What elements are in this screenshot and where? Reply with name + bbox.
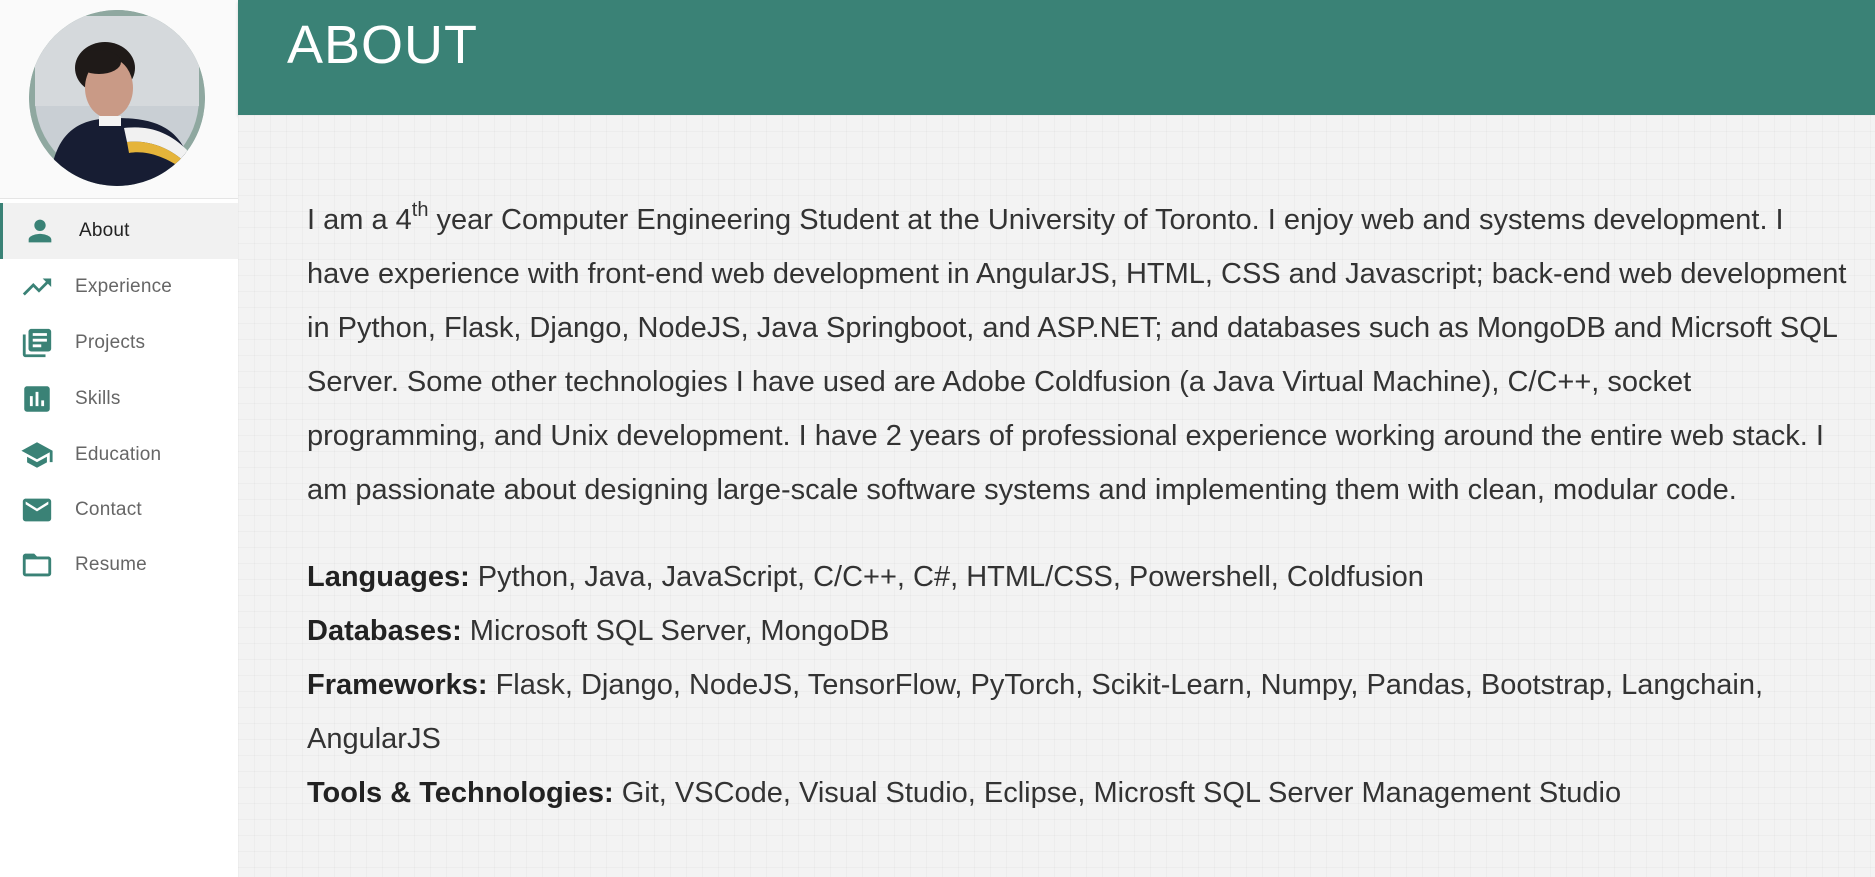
main-content: I am a 4th year Computer Engineering Stu… (238, 115, 1875, 877)
person-icon (23, 214, 57, 248)
avatar (29, 10, 205, 186)
profile-area (0, 0, 238, 199)
sidebar-item-projects[interactable]: Projects (0, 315, 238, 371)
page-header: ABOUT (238, 0, 1875, 115)
skill-value: Microsoft SQL Server, MongoDB (461, 615, 890, 647)
sidebar-item-resume[interactable]: Resume (0, 537, 238, 593)
library-books-icon (20, 326, 54, 360)
mail-icon (20, 493, 54, 527)
sidebar-item-education[interactable]: Education (0, 427, 238, 483)
bar-chart-icon (20, 382, 54, 416)
sidebar-item-experience[interactable]: Experience (0, 259, 238, 315)
school-icon (20, 438, 54, 472)
skill-label: Tools & Technologies: (307, 777, 614, 809)
skill-label: Languages: (307, 561, 470, 593)
intro-text-rest: year Computer Engineering Student at the… (307, 204, 1847, 506)
about-section: I am a 4th year Computer Engineering Stu… (307, 193, 1847, 820)
skill-label: Frameworks: (307, 669, 488, 701)
sidebar: About Experience Projects Skills Educati… (0, 0, 239, 877)
skill-line-languages: Languages: Python, Java, JavaScript, C/C… (307, 550, 1847, 604)
skill-value: Flask, Django, NodeJS, TensorFlow, PyTor… (307, 669, 1764, 755)
skills-list: Languages: Python, Java, JavaScript, C/C… (307, 550, 1847, 820)
avatar-photo (29, 10, 205, 186)
sidebar-item-label: About (79, 220, 130, 241)
sidebar-item-about[interactable]: About (0, 203, 238, 259)
sidebar-item-label: Experience (75, 276, 173, 297)
sidebar-item-label: Contact (75, 499, 142, 520)
sidebar-item-label: Projects (75, 332, 146, 353)
sidebar-item-label: Skills (75, 388, 121, 409)
skill-line-frameworks: Frameworks: Flask, Django, NodeJS, Tenso… (307, 658, 1847, 766)
skill-line-databases: Databases: Microsoft SQL Server, MongoDB (307, 604, 1847, 658)
skill-line-tools: Tools & Technologies: Git, VSCode, Visua… (307, 766, 1847, 820)
intro-text-start: I am a 4 (307, 204, 412, 236)
sidebar-item-label: Resume (75, 554, 147, 575)
folder-icon (20, 548, 54, 582)
intro-superscript: th (411, 199, 429, 221)
skill-label: Databases: (307, 615, 462, 647)
sidebar-item-label: Education (75, 444, 162, 465)
sidebar-item-contact[interactable]: Contact (0, 482, 238, 538)
about-intro: I am a 4th year Computer Engineering Stu… (307, 193, 1847, 517)
sidebar-item-skills[interactable]: Skills (0, 371, 238, 427)
skill-value: Python, Java, JavaScript, C/C++, C#, HTM… (469, 561, 1424, 593)
trending-up-icon (20, 270, 54, 304)
skill-value: Git, VSCode, Visual Studio, Eclipse, Mic… (613, 777, 1622, 809)
page-title: ABOUT (287, 15, 479, 75)
